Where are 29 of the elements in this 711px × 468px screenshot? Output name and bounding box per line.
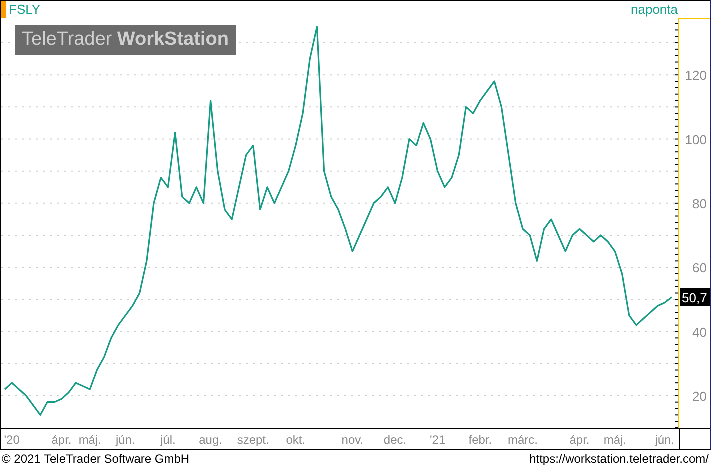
- copyright-text: © 2021 TeleTrader Software GmbH: [2, 452, 190, 466]
- axis-label: júl.: [160, 433, 176, 447]
- symbol-label: FSLY: [9, 2, 41, 17]
- interval-label: naponta: [631, 2, 678, 17]
- axis-label: nov.: [342, 433, 364, 447]
- axis-label: jún.: [116, 433, 136, 447]
- axis-label: jún.: [655, 433, 675, 447]
- axis-label: 40: [692, 324, 707, 340]
- axis-label: 20: [692, 388, 707, 404]
- axis-label: máj.: [604, 433, 627, 447]
- axis-label: ápr.: [52, 433, 72, 447]
- website-link[interactable]: https://workstation.teletrader.com/: [530, 452, 709, 466]
- axis-label: '21: [430, 433, 446, 447]
- axis-label: márc.: [508, 433, 538, 447]
- logo: TeleTrader WorkStation: [15, 25, 236, 55]
- axis-label: '20: [4, 433, 20, 447]
- axis-label: ápr.: [570, 433, 590, 447]
- axis-label: 120: [685, 68, 707, 84]
- axis-label: máj.: [78, 433, 102, 447]
- axis-label: 60: [692, 260, 707, 276]
- axis-label: dec.: [384, 433, 407, 447]
- axis-label: 80: [692, 196, 707, 212]
- axis-label: 100: [685, 132, 707, 148]
- axis-label: okt.: [286, 433, 306, 447]
- last-price-label: 50,7: [680, 288, 710, 306]
- axis-label: aug.: [199, 433, 222, 447]
- symbol-marker: [1, 1, 6, 18]
- axis-label: febr.: [468, 433, 492, 447]
- axis-label: szept.: [237, 433, 270, 447]
